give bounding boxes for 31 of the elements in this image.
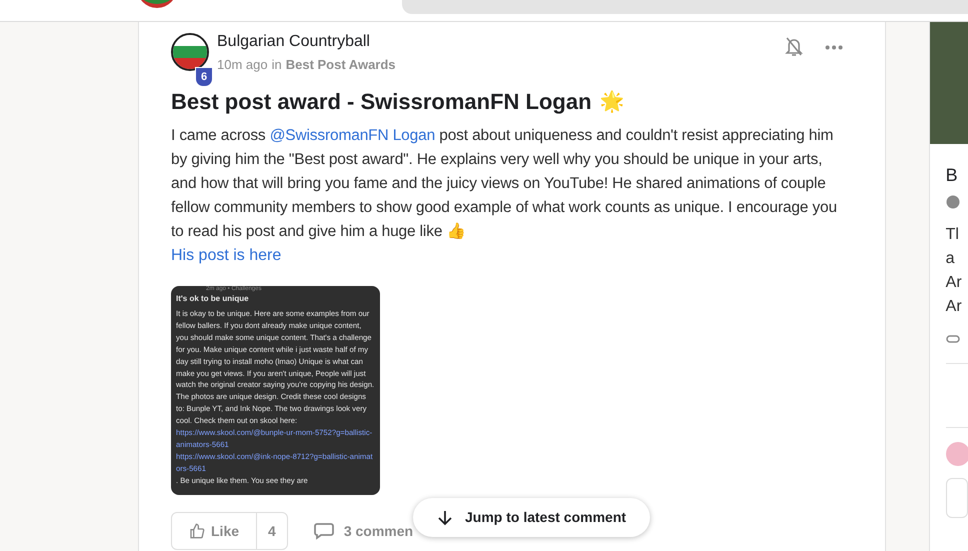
attachment-title: It's ok to be unique (176, 294, 250, 304)
side-card-text: Tl (946, 225, 960, 245)
comment-bubble-icon (314, 522, 334, 540)
level-badge: 6 (195, 67, 213, 87)
more-options-icon[interactable] (824, 44, 843, 50)
down-arrow-icon (437, 510, 453, 526)
side-card-title: B (944, 164, 959, 187)
attachment-screenshot[interactable] (171, 286, 380, 495)
comments-button[interactable]: 3 commen (314, 520, 414, 542)
link-icon (946, 335, 960, 343)
post-link[interactable]: His post is here (171, 244, 282, 268)
author-name[interactable]: Bulgarian Countryball (217, 32, 396, 52)
avatar-icon (946, 442, 968, 466)
post-title: Best post award - SwissromanFN Logan (171, 88, 592, 116)
mention-link[interactable]: @SwissromanFN Logan (270, 127, 436, 144)
like-label: Like (211, 522, 240, 540)
jump-to-latest-button[interactable]: Jump to latest comment (413, 498, 650, 537)
side-card-text: Ar (946, 297, 963, 317)
like-count: 4 (267, 522, 277, 540)
in-label: in (272, 56, 282, 74)
like-button[interactable]: Like 4 (171, 512, 288, 550)
muted-bell-icon[interactable] (784, 37, 803, 57)
post-body: I came across @SwissromanFN Logan post about uniqueness and couldn't resist appreciating him by giving him the "Best post award". He explains very well why you should be unique in your arts, and how that will bring you fame and the juicy views on YouTube! He shared animations of couple fellow community members to show good example of what work counts as unique. I encourage you to read his post and give him a huge like 👍 (171, 126, 838, 242)
side-card-text: Ar (946, 273, 963, 293)
sun-emoji: 🌟 (600, 90, 625, 114)
post-time: 10m ago (217, 56, 268, 74)
thumbs-up-icon (189, 523, 205, 539)
category-link[interactable]: Best Post Awards (286, 56, 396, 74)
avatar-icon[interactable] (171, 33, 211, 73)
side-card-text: a (946, 249, 956, 269)
comment-field[interactable] (946, 478, 968, 518)
